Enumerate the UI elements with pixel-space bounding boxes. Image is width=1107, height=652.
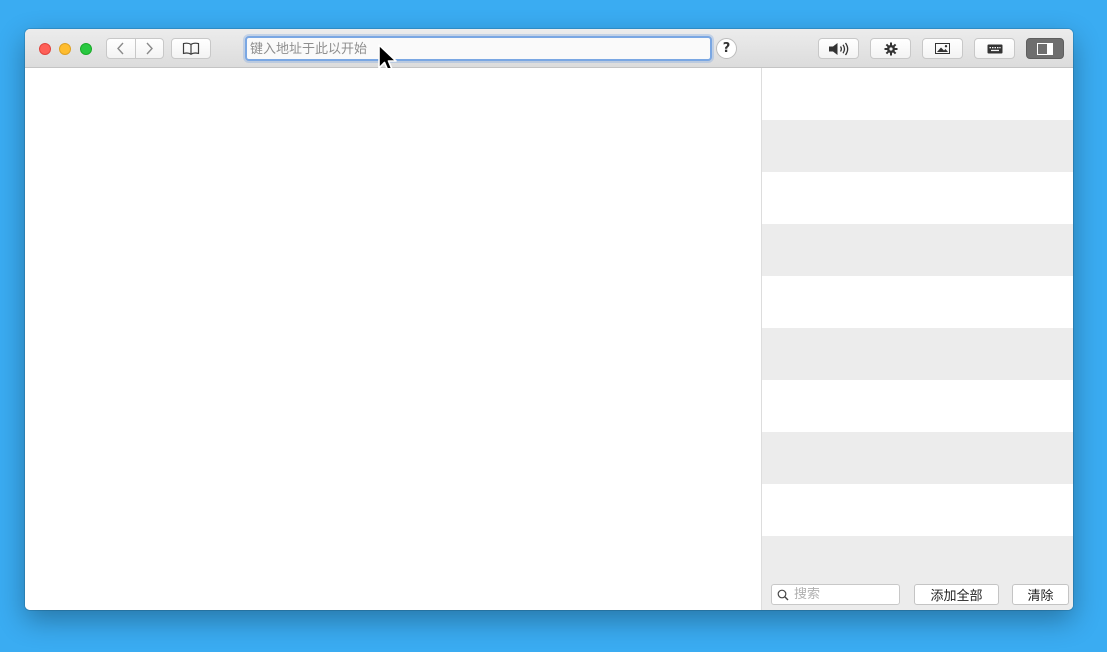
list-item[interactable] bbox=[762, 172, 1073, 224]
settings-button[interactable] bbox=[870, 38, 911, 59]
image-button[interactable] bbox=[922, 38, 963, 59]
sidebar-search[interactable] bbox=[771, 584, 900, 605]
search-icon bbox=[777, 589, 789, 600]
sidebar-footer: 添加全部 清除 bbox=[762, 580, 1073, 610]
browser-window: ? bbox=[25, 29, 1073, 610]
list-item[interactable] bbox=[762, 120, 1073, 172]
sidebar-toggle-button[interactable] bbox=[1026, 38, 1064, 59]
bookmarks-button[interactable] bbox=[171, 38, 211, 59]
list-item[interactable] bbox=[762, 380, 1073, 432]
search-input[interactable] bbox=[794, 587, 889, 602]
forward-button[interactable] bbox=[134, 39, 164, 58]
toolbar: ? bbox=[25, 29, 1073, 74]
sidebar-panel: 添加全部 清除 bbox=[761, 68, 1073, 610]
navigation-buttons bbox=[106, 38, 164, 59]
book-icon bbox=[182, 42, 200, 55]
address-input[interactable] bbox=[247, 39, 710, 60]
minimize-window-button[interactable] bbox=[59, 43, 71, 55]
page-content bbox=[25, 68, 761, 610]
help-button[interactable]: ? bbox=[716, 38, 737, 59]
list-item[interactable] bbox=[762, 484, 1073, 536]
zoom-window-button[interactable] bbox=[80, 43, 92, 55]
sound-button[interactable] bbox=[818, 38, 859, 59]
back-chevron-icon bbox=[117, 42, 124, 55]
list-item[interactable] bbox=[762, 224, 1073, 276]
keyboard-icon bbox=[987, 44, 1002, 53]
list-item[interactable] bbox=[762, 276, 1073, 328]
close-window-button[interactable] bbox=[39, 43, 51, 55]
address-bar[interactable] bbox=[245, 36, 712, 61]
list-item[interactable] bbox=[762, 432, 1073, 484]
list-item[interactable] bbox=[762, 68, 1073, 120]
image-icon bbox=[935, 43, 950, 54]
add-all-button[interactable]: 添加全部 bbox=[914, 584, 999, 605]
back-button[interactable] bbox=[107, 39, 135, 58]
clear-button[interactable]: 清除 bbox=[1012, 584, 1069, 605]
keyboard-button[interactable] bbox=[974, 38, 1015, 59]
forward-chevron-icon bbox=[146, 42, 153, 55]
sidebar-icon bbox=[1037, 42, 1053, 55]
gear-icon bbox=[884, 42, 897, 55]
list-item[interactable] bbox=[762, 328, 1073, 380]
speaker-icon bbox=[828, 42, 848, 55]
